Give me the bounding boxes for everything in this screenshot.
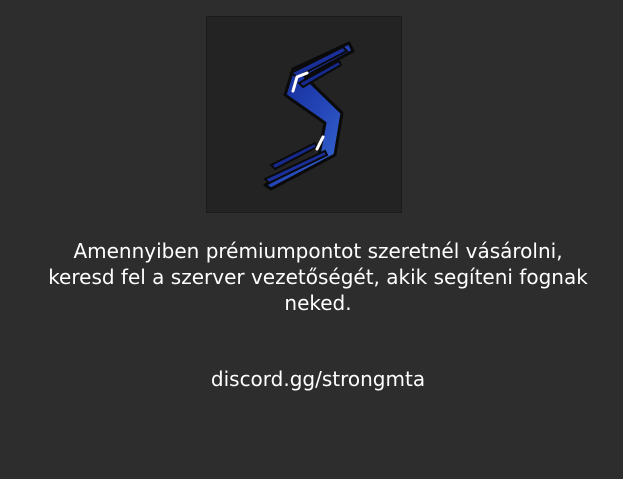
logo-frame	[206, 16, 402, 213]
premium-info-panel: Amennyiben prémiumpontot szeretnél vásár…	[0, 0, 623, 479]
discord-invite-link[interactable]: discord.gg/strongmta	[24, 366, 612, 392]
premium-points-message: Amennyiben prémiumpontot szeretnél vásár…	[48, 239, 588, 315]
stylized-s-logo-icon	[263, 41, 355, 191]
